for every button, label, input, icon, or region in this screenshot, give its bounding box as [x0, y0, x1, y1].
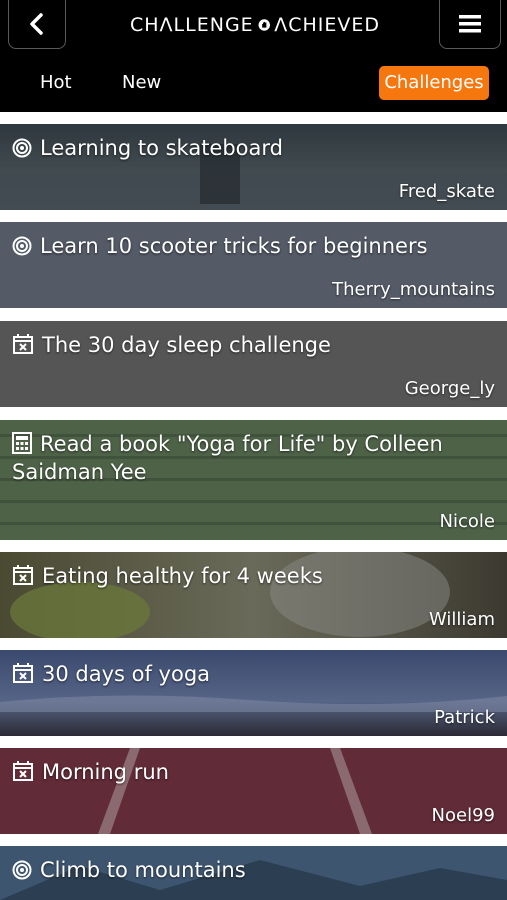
challenge-title: Read a book "Yoga for Life" by Colleen S… [12, 432, 443, 484]
challenge-title: 30 days of yoga [12, 660, 437, 688]
challenge-card[interactable]: Eating healthy for 4 weeks William [0, 552, 507, 638]
tab-challenges[interactable]: Challenges [379, 66, 489, 100]
top-bar: CHΛLLENGE ΛCHIEVED Hot New Challenges [0, 0, 507, 112]
logo-text-right: ΛCHIEVED [274, 14, 380, 36]
target-icon [12, 138, 32, 158]
challenge-card[interactable]: Learn 10 scooter tricks for beginners Th… [0, 222, 507, 308]
challenge-card[interactable]: Learning to skateboard Fred_skate [0, 124, 507, 210]
calendar-x-icon [13, 761, 33, 781]
chevron-left-icon [30, 13, 43, 35]
challenge-card[interactable]: Read a book "Yoga for Life" by Colleen S… [0, 420, 507, 540]
challenge-card[interactable]: The 30 day sleep challenge George_ly [0, 321, 507, 407]
challenge-title: Learning to skateboard [12, 134, 437, 162]
challenge-author: George_ly [404, 378, 495, 399]
challenge-author: Nicole [439, 511, 495, 532]
challenge-card[interactable]: Climb to mountains [0, 846, 507, 900]
challenge-author: Fred_skate [398, 181, 495, 202]
back-button[interactable] [8, 0, 66, 49]
calendar-x-icon [13, 663, 33, 683]
logo-text-left: CHΛLLENGE [130, 14, 254, 36]
calendar-x-icon [13, 565, 33, 585]
calculator-icon [12, 432, 32, 454]
challenge-title: Climb to mountains [12, 856, 437, 884]
challenge-title: Learn 10 scooter tricks for beginners [12, 232, 437, 260]
tab-hot[interactable]: Hot [40, 66, 72, 100]
challenge-author: Noel99 [431, 805, 495, 826]
challenge-title: Morning run [12, 758, 437, 786]
calendar-x-icon [13, 334, 33, 354]
challenge-title: Eating healthy for 4 weeks [12, 562, 437, 590]
tab-new[interactable]: New [122, 66, 161, 100]
target-icon [12, 860, 32, 880]
challenge-author: Patrick [434, 707, 495, 728]
app-logo: CHΛLLENGE ΛCHIEVED [130, 10, 380, 40]
hand-badge-icon [258, 19, 270, 31]
target-icon [12, 236, 32, 256]
challenge-author: William [429, 609, 495, 630]
hamburger-icon [459, 15, 481, 33]
challenge-card[interactable]: Morning run Noel99 [0, 748, 507, 834]
menu-button[interactable] [439, 0, 501, 49]
challenge-author: Therry_mountains [332, 279, 495, 300]
challenge-card[interactable]: 30 days of yoga Patrick [0, 650, 507, 736]
challenge-title: The 30 day sleep challenge [12, 331, 437, 359]
